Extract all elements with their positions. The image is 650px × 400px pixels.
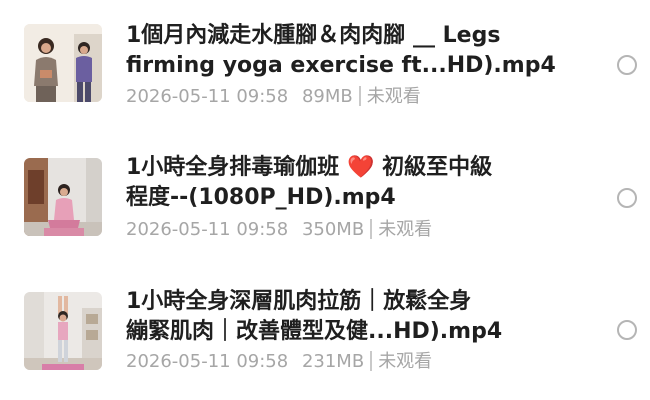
watch-status: 未观看 (378, 219, 433, 240)
video-thumbnail-woman-sitting-yoga-icon (24, 158, 102, 236)
watch-status: 未观看 (366, 86, 421, 107)
file-title: 1小時全身深層肌肉拉筋｜放鬆全身 繃緊肌肉｜改善體型及健...HD).mp4 (126, 287, 566, 347)
file-title-line2: 繃緊肌肉｜改善體型及健...HD).mp4 (126, 319, 503, 344)
watch-status: 未观看 (378, 351, 433, 372)
meta-divider (370, 351, 373, 371)
file-date: 2026-05-11 09:58 (126, 219, 289, 240)
file-date: 2026-05-11 09:58 (126, 351, 289, 372)
select-radio[interactable] (617, 320, 637, 340)
meta-divider (370, 219, 373, 239)
select-radio[interactable] (617, 55, 637, 75)
video-thumbnail-two-women-standing-icon (24, 24, 102, 102)
file-title-line1-part1: 1小時全身排毒瑜伽班 (126, 155, 340, 180)
select-radio[interactable] (617, 188, 637, 208)
file-title-line2: 程度--(1080P_HD).mp4 (126, 185, 396, 210)
video-thumbnail[interactable] (24, 292, 102, 370)
video-thumbnail-woman-stretching-icon (24, 292, 102, 370)
video-file-list: 1個月內減走水腫腳＆肉肉腳 __ Legs firming yoga exerc… (0, 0, 650, 400)
file-title-line2: firming yoga exercise ft...HD).mp4 (126, 53, 556, 78)
file-title: 1個月內減走水腫腳＆肉肉腳 __ Legs firming yoga exerc… (126, 21, 566, 81)
list-item[interactable]: 1小時全身深層肌肉拉筋｜放鬆全身 繃緊肌肉｜改善體型及健...HD).mp4 2… (0, 266, 650, 386)
file-meta: 2026-05-11 09:58 231MB 未观看 (126, 350, 432, 374)
file-size: 89MB (301, 86, 353, 107)
file-size: 231MB (301, 351, 365, 372)
video-thumbnail[interactable] (24, 158, 102, 236)
file-title-line1: 1小時全身排毒瑜伽班 ❤️ 初級至中級 (126, 153, 566, 183)
file-title: 1小時全身排毒瑜伽班 ❤️ 初級至中級 程度--(1080P_HD).mp4 (126, 153, 566, 213)
file-meta: 2026-05-11 09:58 350MB 未观看 (126, 218, 432, 242)
heart-icon: ❤️ (346, 155, 375, 180)
list-item[interactable]: 1小時全身排毒瑜伽班 ❤️ 初級至中級 程度--(1080P_HD).mp4 2… (0, 132, 650, 252)
video-thumbnail[interactable] (24, 24, 102, 102)
file-title-line1: 1小時全身深層肌肉拉筋｜放鬆全身 (126, 289, 472, 314)
list-item[interactable]: 1個月內減走水腫腳＆肉肉腳 __ Legs firming yoga exerc… (0, 0, 650, 120)
file-title-line1-part2: 初級至中級 (382, 155, 493, 180)
meta-divider (358, 86, 361, 106)
file-size: 350MB (301, 219, 365, 240)
file-meta: 2026-05-11 09:58 89MB 未观看 (126, 85, 421, 109)
file-date: 2026-05-11 09:58 (126, 86, 289, 107)
file-title-line1: 1個月內減走水腫腳＆肉肉腳 __ Legs (126, 23, 501, 48)
